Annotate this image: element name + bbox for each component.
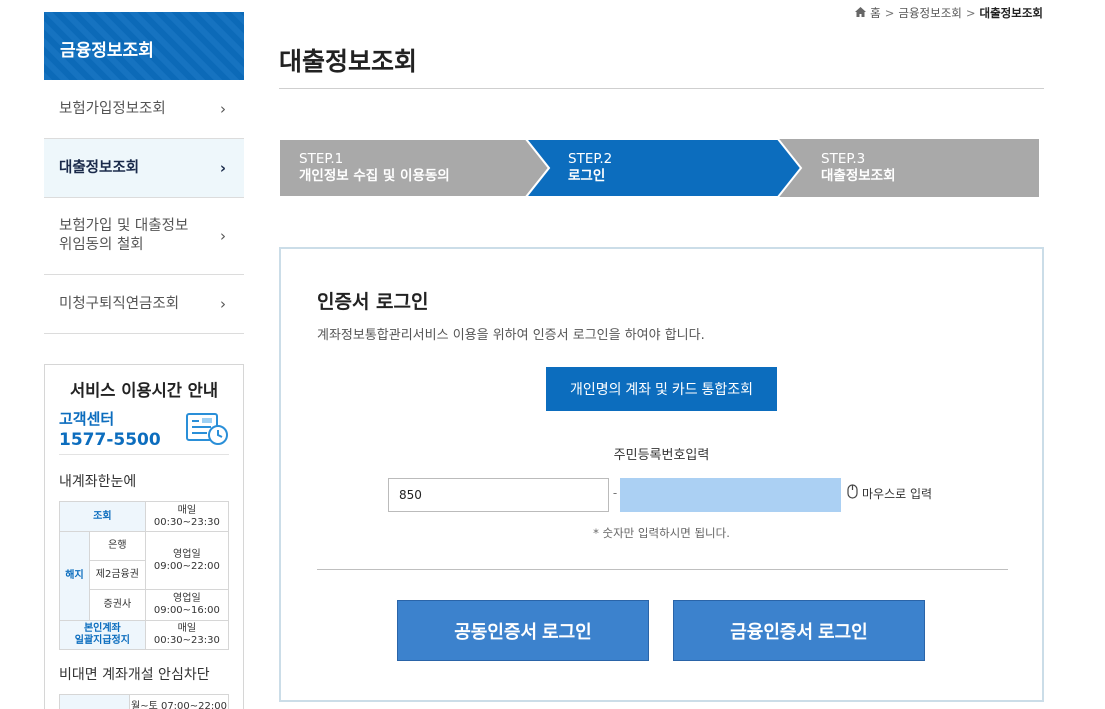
table-cell xyxy=(59,694,130,709)
table-cell-line: 본인계좌 xyxy=(83,623,121,634)
step-number: STEP.2 xyxy=(568,151,613,167)
table-cell: 은행 xyxy=(89,531,146,561)
table-cell-line: 일괄지급정지 xyxy=(74,635,130,646)
table-cell-line: 영업일 xyxy=(173,548,201,560)
page: 금융정보조회 보험가입정보조회 › 대출정보조회 › 보험가입 및 대출정보 위… xyxy=(0,0,1105,709)
chevron-right-icon: › xyxy=(220,227,226,245)
rrn-dash: - xyxy=(612,486,618,500)
table-cell: 영업일 09:00~16:00 xyxy=(144,589,230,621)
sidebar-item-pension[interactable]: 미청구퇴직연금조회 › xyxy=(44,275,244,334)
table-cell: 매일 00:30~23:30 xyxy=(144,620,230,650)
sidebar-item-label: 보험가입정보조회 xyxy=(59,100,166,117)
sidebar-item-label: 대출정보조회 xyxy=(59,159,140,176)
sidebar-title: 금융정보조회 xyxy=(44,12,244,80)
table-row: 조회 매일 00:30~23:30 xyxy=(59,501,230,532)
step-name: 로그인 xyxy=(568,168,606,184)
table-cell: 해지 xyxy=(59,531,90,621)
table-cell: 조회 xyxy=(59,501,146,532)
rrn-first-input[interactable]: 850 xyxy=(388,478,609,512)
table-cell-line: 00:30~23:30 xyxy=(153,516,220,528)
rrn-hint: * 숫자만 입력하시면 됩니다. xyxy=(593,526,730,540)
table-cell: 영업일 09:00~22:00 xyxy=(144,531,230,590)
joint-cert-login-button[interactable]: 공동인증서 로그인 xyxy=(397,600,649,661)
step-name: 대출정보조회 xyxy=(821,168,896,184)
service-hours-box: 서비스 이용시간 안내 고객센터 1577-5500 내계좌한눈에 조회 매일 … xyxy=(44,364,244,709)
step-1: STEP.1 개인정보 수집 및 이용동의 xyxy=(279,139,529,197)
table-cell: 본인계좌 일괄지급정지 xyxy=(59,620,146,650)
financial-cert-login-button[interactable]: 금융인증서 로그인 xyxy=(673,600,925,661)
integrated-inquiry-button[interactable]: 개인명의 계좌 및 카드 통합조회 xyxy=(546,367,777,411)
title-divider xyxy=(279,88,1044,89)
table-cell-line: 매일 xyxy=(177,504,197,516)
sidebar-item-consent-withdrawal[interactable]: 보험가입 및 대출정보 위임동의 철회 › xyxy=(44,198,244,275)
page-title: 대출정보조회 xyxy=(279,47,418,76)
table-row: 해지 은행 영업일 09:00~22:00 xyxy=(59,531,230,621)
home-icon[interactable] xyxy=(855,6,867,20)
step-number: STEP.1 xyxy=(299,151,344,167)
sidebar-item-insurance-info[interactable]: 보험가입정보조회 › xyxy=(44,80,244,139)
breadcrumb: 홈 > 금융정보조회 > 대출정보조회 xyxy=(855,5,1043,21)
breadcrumb-separator: > xyxy=(965,6,976,20)
chevron-right-icon: › xyxy=(219,159,226,177)
table-row: 월~토 07:00~22:00 xyxy=(59,694,229,709)
step-2: STEP.2 로그인 xyxy=(529,139,779,197)
non-face-account-table: 월~토 07:00~22:00 xyxy=(59,694,229,709)
breadcrumb-current: 대출정보조회 xyxy=(979,6,1043,20)
sidebar-item-loan-info[interactable]: 대출정보조회 › xyxy=(44,139,244,198)
table-cell-line: 09:00~16:00 xyxy=(153,605,220,616)
step-indicator: STEP.1 개인정보 수집 및 이용동의 STEP.2 로그인 STEP.3 … xyxy=(279,139,1039,197)
step-number: STEP.3 xyxy=(821,151,866,167)
table-row: 본인계좌 일괄지급정지 매일 00:30~23:30 xyxy=(59,620,230,650)
my-accounts-section-title: 내계좌한눈에 xyxy=(59,474,137,490)
rrn-label: 주민등록번호입력 xyxy=(613,448,710,463)
table-cell: 월~토 07:00~22:00 xyxy=(129,694,229,709)
customer-center: 고객센터 1577-5500 xyxy=(59,409,229,455)
sidebar-item-label: 보험가입 및 대출정보 위임동의 철회 xyxy=(59,217,188,255)
cert-login-description: 계좌정보통합관리서비스 이용을 위하여 인증서 로그인을 하여야 합니다. xyxy=(317,328,705,343)
chevron-right-icon: › xyxy=(220,100,226,118)
step-3: STEP.3 대출정보조회 xyxy=(779,139,1039,197)
sidebar-item-label-line: 위임동의 철회 xyxy=(59,237,144,253)
breadcrumb-level1[interactable]: 금융정보조회 xyxy=(898,5,961,21)
table-cell-line: 00:30~23:30 xyxy=(153,635,220,646)
chevron-right-icon: › xyxy=(220,295,226,313)
cert-login-panel: 인증서 로그인 계좌정보통합관리서비스 이용을 위하여 인증서 로그인을 하여야… xyxy=(279,247,1044,702)
table-cell-line: 매일 xyxy=(177,623,197,634)
table-cell: 매일 00:30~23:30 xyxy=(144,501,230,532)
breadcrumb-separator: > xyxy=(884,6,895,20)
panel-divider xyxy=(317,569,1008,570)
table-cell-line: 09:00~22:00 xyxy=(153,560,220,572)
mouse-input-button[interactable]: 마우스로 입력 xyxy=(847,484,932,502)
service-hours-table: 조회 매일 00:30~23:30 해지 은행 영업일 09:00~22:00 … xyxy=(59,501,230,650)
service-hours-title: 서비스 이용시간 안내 xyxy=(69,381,219,400)
sidebar: 금융정보조회 보험가입정보조회 › 대출정보조회 › 보험가입 및 대출정보 위… xyxy=(44,12,244,709)
breadcrumb-home[interactable]: 홈 xyxy=(870,5,881,21)
sidebar-item-label: 미청구퇴직연금조회 xyxy=(59,295,180,312)
mouse-icon xyxy=(847,484,858,502)
table-cell: 증권사 xyxy=(89,589,146,621)
step-name: 개인정보 수집 및 이용동의 xyxy=(299,168,450,184)
cert-login-title: 인증서 로그인 xyxy=(317,291,429,313)
sidebar-item-label-line: 보험가입 및 대출정보 xyxy=(59,218,189,234)
table-cell: 제2금융권 xyxy=(89,560,146,590)
table-cell-line: 영업일 xyxy=(173,593,201,604)
mouse-input-label: 마우스로 입력 xyxy=(862,486,933,501)
rrn-second-input[interactable] xyxy=(620,478,841,512)
non-face-account-section-title: 비대면 계좌개설 안심차단 xyxy=(59,667,210,683)
customer-center-clock-icon xyxy=(185,411,229,451)
